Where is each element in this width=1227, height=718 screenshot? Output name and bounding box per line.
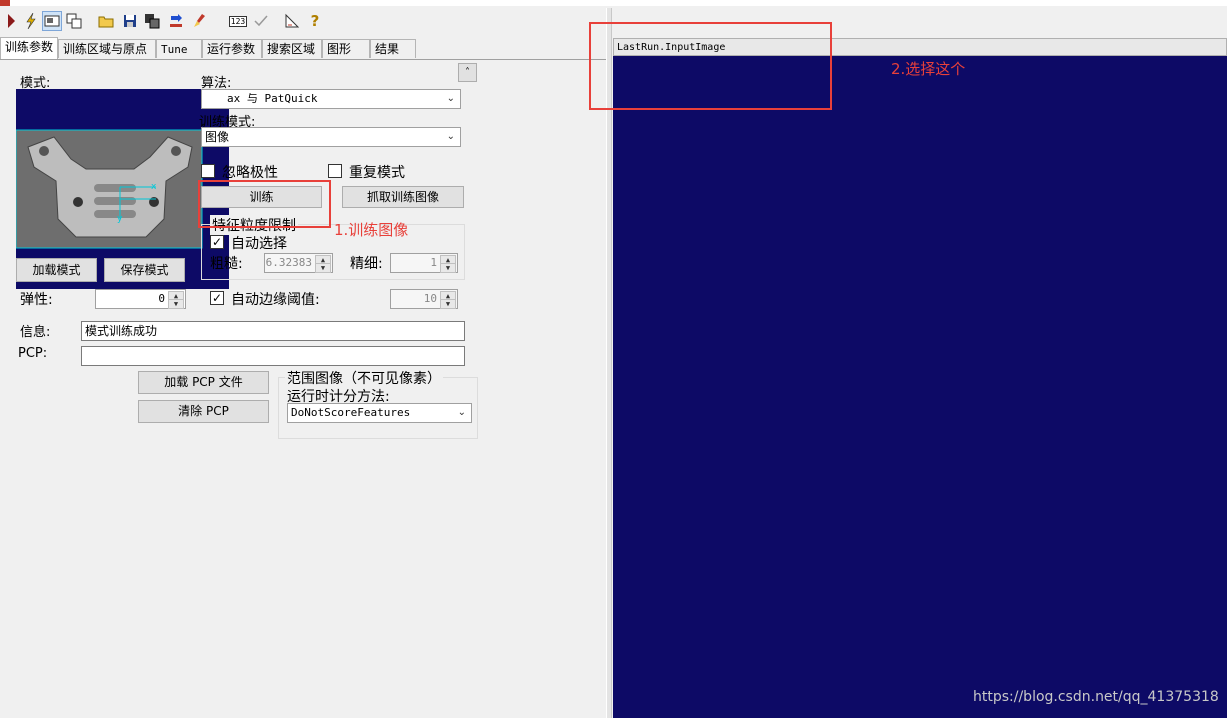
tab-tune[interactable]: Tune: [156, 39, 202, 58]
electric-icon[interactable]: [21, 11, 41, 31]
elasticity-label: 弹性:: [20, 292, 53, 308]
chevron-down-icon: ⌄: [457, 407, 466, 418]
grab-train-image-button[interactable]: 抓取训练图像: [342, 186, 464, 208]
train-mode-value: 图像: [205, 130, 230, 144]
image-display[interactable]: [613, 56, 1227, 718]
annotation-box-image: [589, 22, 832, 110]
fine-label: 精细:: [350, 256, 383, 272]
pcp-field[interactable]: [81, 346, 465, 366]
tab-run-params[interactable]: 运行参数: [202, 39, 262, 58]
load-mode-button[interactable]: 加载模式: [16, 258, 97, 282]
edge-threshold-stepper[interactable]: 10 ▲ ▼: [390, 289, 458, 309]
edge-threshold-value: 10: [423, 292, 437, 305]
app-icon: [0, 0, 10, 6]
clear-pcp-button[interactable]: 清除 PCP: [138, 400, 269, 423]
check-icon[interactable]: [251, 11, 271, 31]
auto-select-label: 自动选择: [231, 236, 287, 252]
display-icon[interactable]: [42, 11, 62, 31]
tab-strip: 训练参数 训练区域与原点 Tune 运行参数 搜索区域 图形 结果: [0, 37, 606, 60]
save-icon[interactable]: [120, 11, 140, 31]
coarse-value: 6.32383: [265, 256, 312, 269]
save-as-icon[interactable]: [142, 11, 162, 31]
toolbar: 123 ?: [0, 8, 600, 36]
tab-results[interactable]: 结果: [370, 39, 416, 58]
elasticity-value: 0: [158, 292, 165, 305]
help-icon[interactable]: ?: [305, 11, 325, 31]
annotation-box-train: [198, 180, 331, 228]
stepper-down-icon[interactable]: ▼: [168, 299, 184, 309]
algorithm-select[interactable]: ax 与 PatQuick ⌄: [201, 89, 461, 109]
clear-icon[interactable]: [190, 11, 210, 31]
stepper-down-icon[interactable]: ▼: [440, 263, 456, 273]
import-icon[interactable]: [166, 11, 186, 31]
info-field[interactable]: 模式训练成功: [81, 321, 465, 341]
annotation-step1: 1.训练图像: [334, 221, 409, 239]
save-mode-button[interactable]: 保存模式: [104, 258, 185, 282]
runtime-score-value: DoNotScoreFeatures: [291, 406, 411, 419]
stepper-down-icon[interactable]: ▼: [440, 299, 456, 309]
numeric-label: 123: [228, 15, 248, 27]
ignore-polarity-checkbox[interactable]: [201, 164, 215, 178]
annotation-step2: 2.选择这个: [891, 60, 966, 78]
run-icon[interactable]: [1, 11, 21, 31]
elasticity-stepper[interactable]: 0 ▲ ▼: [95, 289, 186, 309]
ruler-icon[interactable]: [282, 11, 302, 31]
numeric-icon[interactable]: 123: [228, 11, 248, 31]
fine-value: 1: [430, 256, 437, 269]
range-image-title: 范围图像（不可见像素）: [285, 368, 443, 388]
copy-icon[interactable]: [64, 11, 84, 31]
coarse-stepper[interactable]: 6.32383 ▲ ▼: [264, 253, 333, 273]
auto-edge-label: 自动边缘阈值:: [231, 292, 320, 308]
svg-text:x: x: [151, 182, 157, 192]
algorithm-value: ax 与 PatQuick: [227, 92, 318, 105]
chevron-down-icon: ⌄: [446, 93, 455, 104]
info-label: 信息:: [20, 325, 51, 340]
tab-search-region[interactable]: 搜索区域: [262, 39, 322, 58]
fine-stepper[interactable]: 1 ▲ ▼: [390, 253, 458, 273]
repeat-mode-checkbox[interactable]: [328, 164, 342, 178]
coarse-label: 粗糙:: [210, 256, 243, 272]
tab-train-params[interactable]: 训练参数: [0, 37, 58, 59]
stepper-down-icon[interactable]: ▼: [315, 263, 331, 273]
tab-train-region[interactable]: 训练区域与原点: [58, 39, 156, 58]
tab-graphics[interactable]: 图形: [322, 39, 370, 58]
collapse-button[interactable]: ˄: [458, 63, 477, 82]
watermark: https://blog.csdn.net/qq_41375318: [973, 689, 1219, 705]
auto-select-checkbox[interactable]: ✓: [210, 235, 224, 249]
train-mode-select[interactable]: 图像 ⌄: [201, 127, 461, 147]
svg-text:y: y: [117, 214, 123, 224]
repeat-mode-label: 重复模式: [349, 165, 405, 181]
load-pcp-button[interactable]: 加载 PCP 文件: [138, 371, 269, 394]
chevron-down-icon: ⌄: [446, 131, 455, 142]
open-folder-icon[interactable]: [96, 11, 116, 31]
title-strip: [0, 0, 1227, 6]
runtime-score-select[interactable]: DoNotScoreFeatures ⌄: [287, 403, 472, 423]
auto-edge-checkbox[interactable]: ✓: [210, 291, 224, 305]
splitter[interactable]: [606, 8, 612, 718]
pcp-label: PCP:: [18, 346, 48, 361]
ignore-polarity-label: 忽略极性: [222, 165, 278, 181]
